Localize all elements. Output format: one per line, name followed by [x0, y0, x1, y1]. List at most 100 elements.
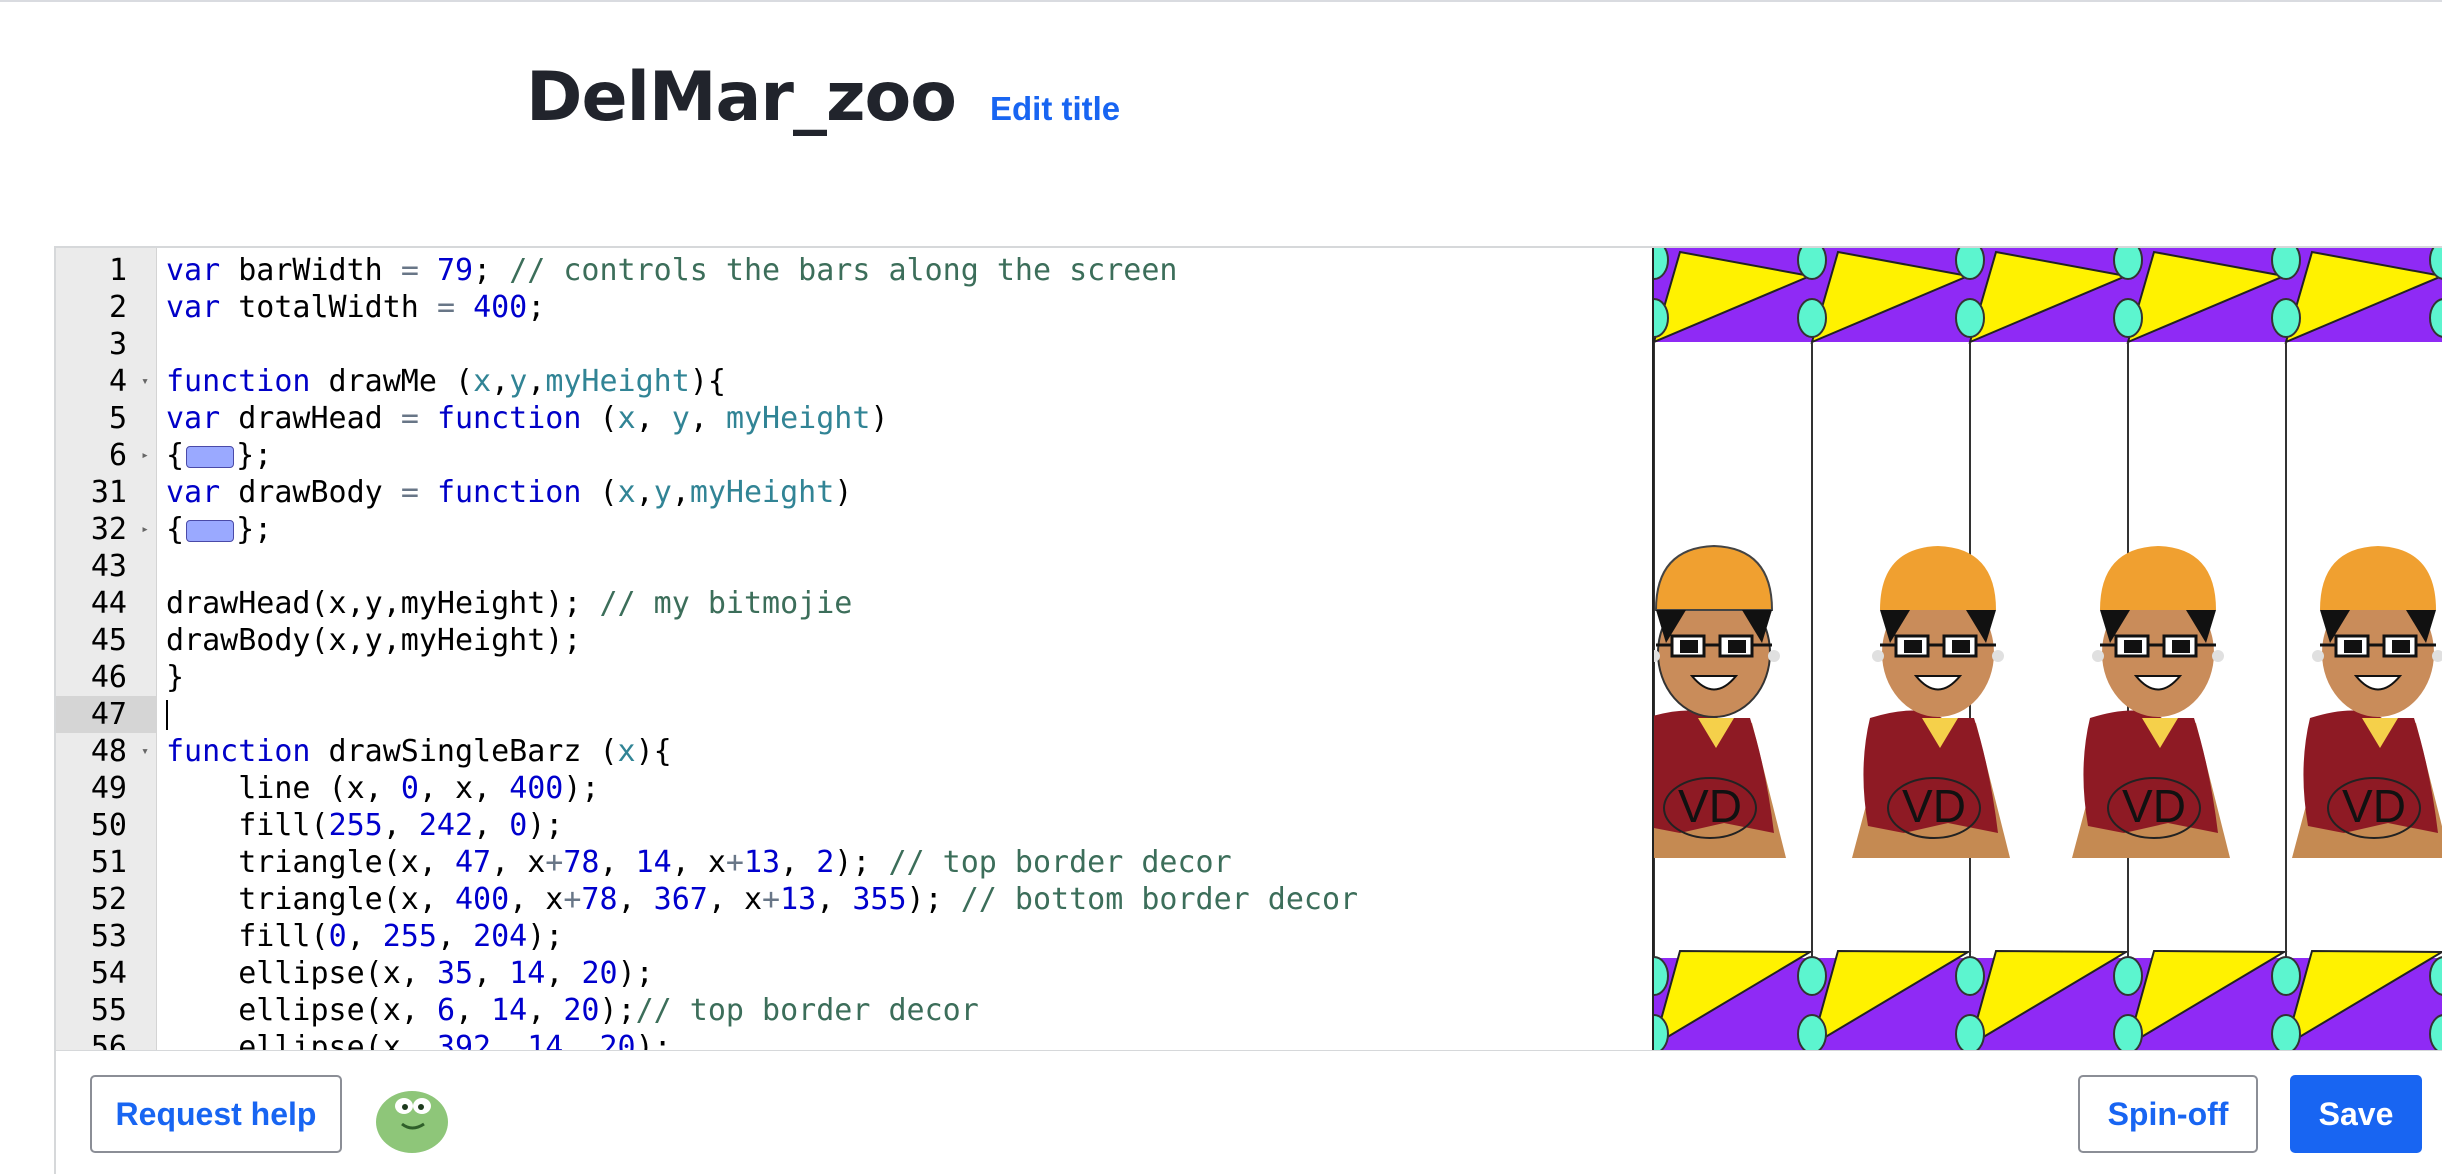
- code-line[interactable]: 47: [56, 696, 1652, 733]
- code-text: {};: [166, 438, 273, 473]
- fold-closed-icon[interactable]: ▸: [138, 437, 152, 474]
- top-bead: [2113, 248, 2143, 280]
- code-line[interactable]: 49 line (x, 0, x, 400);: [56, 770, 1652, 807]
- line-number: 31: [90, 475, 127, 510]
- line-number: 2: [108, 290, 127, 325]
- top-bead: [2113, 298, 2143, 338]
- bottom-toolbar: Request help Spin-off Save: [54, 1050, 2442, 1174]
- figure-ear: [1872, 650, 1884, 662]
- code-line[interactable]: 31 var drawBody = function (x,y,myHeight): [56, 474, 1652, 511]
- page-title: DelMar_zoo: [526, 58, 957, 137]
- bottom-bead: [2271, 956, 2301, 996]
- glasses-lens: [2124, 640, 2142, 653]
- request-help-button[interactable]: Request help: [90, 1075, 342, 1153]
- code-line[interactable]: 1 var barWidth = 79; // controls the bars…: [56, 252, 1652, 289]
- code-text: ellipse(x, 392, 14, 20);: [166, 1030, 672, 1050]
- collapsed-code-widget[interactable]: [186, 519, 235, 542]
- glasses-lens: [2172, 640, 2190, 653]
- code-line[interactable]: 5 var drawHead = function (x, y, myHeight…: [56, 400, 1652, 437]
- editor-frame: 1 var barWidth = 79; // controls the bars…: [54, 246, 2442, 1050]
- code-text: var drawBody = function (x,y,myHeight): [166, 475, 853, 510]
- code-line[interactable]: 54 ellipse(x, 35, 14, 20);: [56, 955, 1652, 992]
- code-text: {};: [166, 512, 273, 547]
- bottom-bead: [1797, 1014, 1827, 1050]
- code-text: var drawHead = function (x, y, myHeight): [166, 401, 889, 436]
- bottom-bead: [1955, 956, 1985, 996]
- line-number: 1: [108, 253, 127, 288]
- edit-title-link[interactable]: Edit title: [990, 90, 1120, 128]
- code-text: }: [166, 660, 185, 695]
- spin-off-button[interactable]: Spin-off: [2078, 1075, 2258, 1153]
- fold-open-icon[interactable]: ▾: [138, 733, 152, 770]
- code-text: triangle(x, 400, x+78, 367, x+13, 355); …: [166, 882, 1359, 917]
- code-text: drawBody(x,y,myHeight);: [166, 623, 582, 658]
- title-row: DelMar_zoo Edit title: [526, 58, 1120, 137]
- glasses-lens: [2392, 640, 2410, 653]
- code-text: ellipse(x, 35, 14, 20);: [166, 956, 654, 991]
- code-line[interactable]: 50 fill(255, 242, 0);: [56, 807, 1652, 844]
- top-bead: [1797, 298, 1827, 338]
- line-number: 55: [90, 993, 127, 1028]
- line-number: 50: [90, 808, 127, 843]
- glasses-lens: [1952, 640, 1970, 653]
- code-line[interactable]: 3: [56, 326, 1652, 363]
- glasses-lens: [1904, 640, 1922, 653]
- top-bead: [1955, 298, 1985, 338]
- line-number: 43: [90, 549, 127, 584]
- figure-ear: [1768, 650, 1780, 662]
- line-number: 45: [90, 623, 127, 658]
- code-line[interactable]: 43: [56, 548, 1652, 585]
- code-text: function drawMe (x,y,myHeight){: [166, 364, 726, 399]
- figure-ear: [1992, 650, 2004, 662]
- glasses-lens: [2344, 640, 2362, 653]
- code-text: line (x, 0, x, 400);: [166, 771, 600, 806]
- badge-text: VD: [1902, 780, 1966, 832]
- line-number: 54: [90, 956, 127, 991]
- code-line[interactable]: 48 ▾ function drawSingleBarz (x){: [56, 733, 1652, 770]
- bottom-bead: [2113, 956, 2143, 996]
- collapsed-code-widget[interactable]: [186, 445, 235, 468]
- code-line[interactable]: 45 drawBody(x,y,myHeight);: [56, 622, 1652, 659]
- save-button[interactable]: Save: [2290, 1075, 2422, 1153]
- bottom-bead: [1797, 956, 1827, 996]
- code-line[interactable]: 2 var totalWidth = 400;: [56, 289, 1652, 326]
- code-text: drawHead(x,y,myHeight); // my bitmojie: [166, 586, 853, 621]
- fold-closed-icon[interactable]: ▸: [138, 511, 152, 548]
- line-number: 51: [90, 845, 127, 880]
- top-bead: [2271, 248, 2301, 280]
- text-cursor: [166, 700, 168, 730]
- figure-ear: [2092, 650, 2104, 662]
- code-text: triangle(x, 47, x+78, 14, x+13, 2); // t…: [166, 845, 1232, 880]
- line-number: 46: [90, 660, 127, 695]
- badge-text: VD: [1678, 780, 1742, 832]
- glasses-lens: [1680, 640, 1698, 653]
- code-line[interactable]: 44 drawHead(x,y,myHeight); // my bitmojie: [56, 585, 1652, 622]
- output-canvas[interactable]: VD VD VD VD: [1652, 248, 2442, 1050]
- code-text: fill(0, 255, 204);: [166, 919, 564, 954]
- code-line[interactable]: 51 triangle(x, 47, x+78, 14, x+13, 2); /…: [56, 844, 1652, 881]
- line-number: 47: [56, 696, 156, 733]
- line-number: 3: [108, 327, 127, 362]
- code-editor[interactable]: 1 var barWidth = 79; // controls the bars…: [56, 248, 1652, 1050]
- fold-open-icon[interactable]: ▾: [138, 363, 152, 400]
- line-number: 52: [90, 882, 127, 917]
- code-text: var barWidth = 79; // controls the bars …: [166, 253, 1178, 288]
- output-canvas-drawing: VD VD VD VD: [1654, 248, 2442, 1050]
- code-line[interactable]: 46}: [56, 659, 1652, 696]
- code-line[interactable]: 4 ▾ function drawMe (x,y,myHeight){: [56, 363, 1652, 400]
- code-line[interactable]: 56 ellipse(x, 392, 14, 20);: [56, 1029, 1652, 1050]
- line-number: 56: [90, 1030, 127, 1050]
- figure-ear: [2312, 650, 2324, 662]
- badge-text: VD: [2342, 780, 2406, 832]
- code-line[interactable]: 6 ▸{};: [56, 437, 1652, 474]
- bottom-bead: [1955, 1014, 1985, 1050]
- top-bead: [1955, 248, 1985, 280]
- line-number: 53: [90, 919, 127, 954]
- glasses-lens: [1728, 640, 1746, 653]
- line-number: 49: [90, 771, 127, 806]
- code-line[interactable]: 52 triangle(x, 400, x+78, 367, x+13, 355…: [56, 881, 1652, 918]
- avatar-icon[interactable]: [374, 1084, 450, 1154]
- code-line[interactable]: 55 ellipse(x, 6, 14, 20);// top border d…: [56, 992, 1652, 1029]
- code-line[interactable]: 53 fill(0, 255, 204);: [56, 918, 1652, 955]
- code-line[interactable]: 32 ▸{};: [56, 511, 1652, 548]
